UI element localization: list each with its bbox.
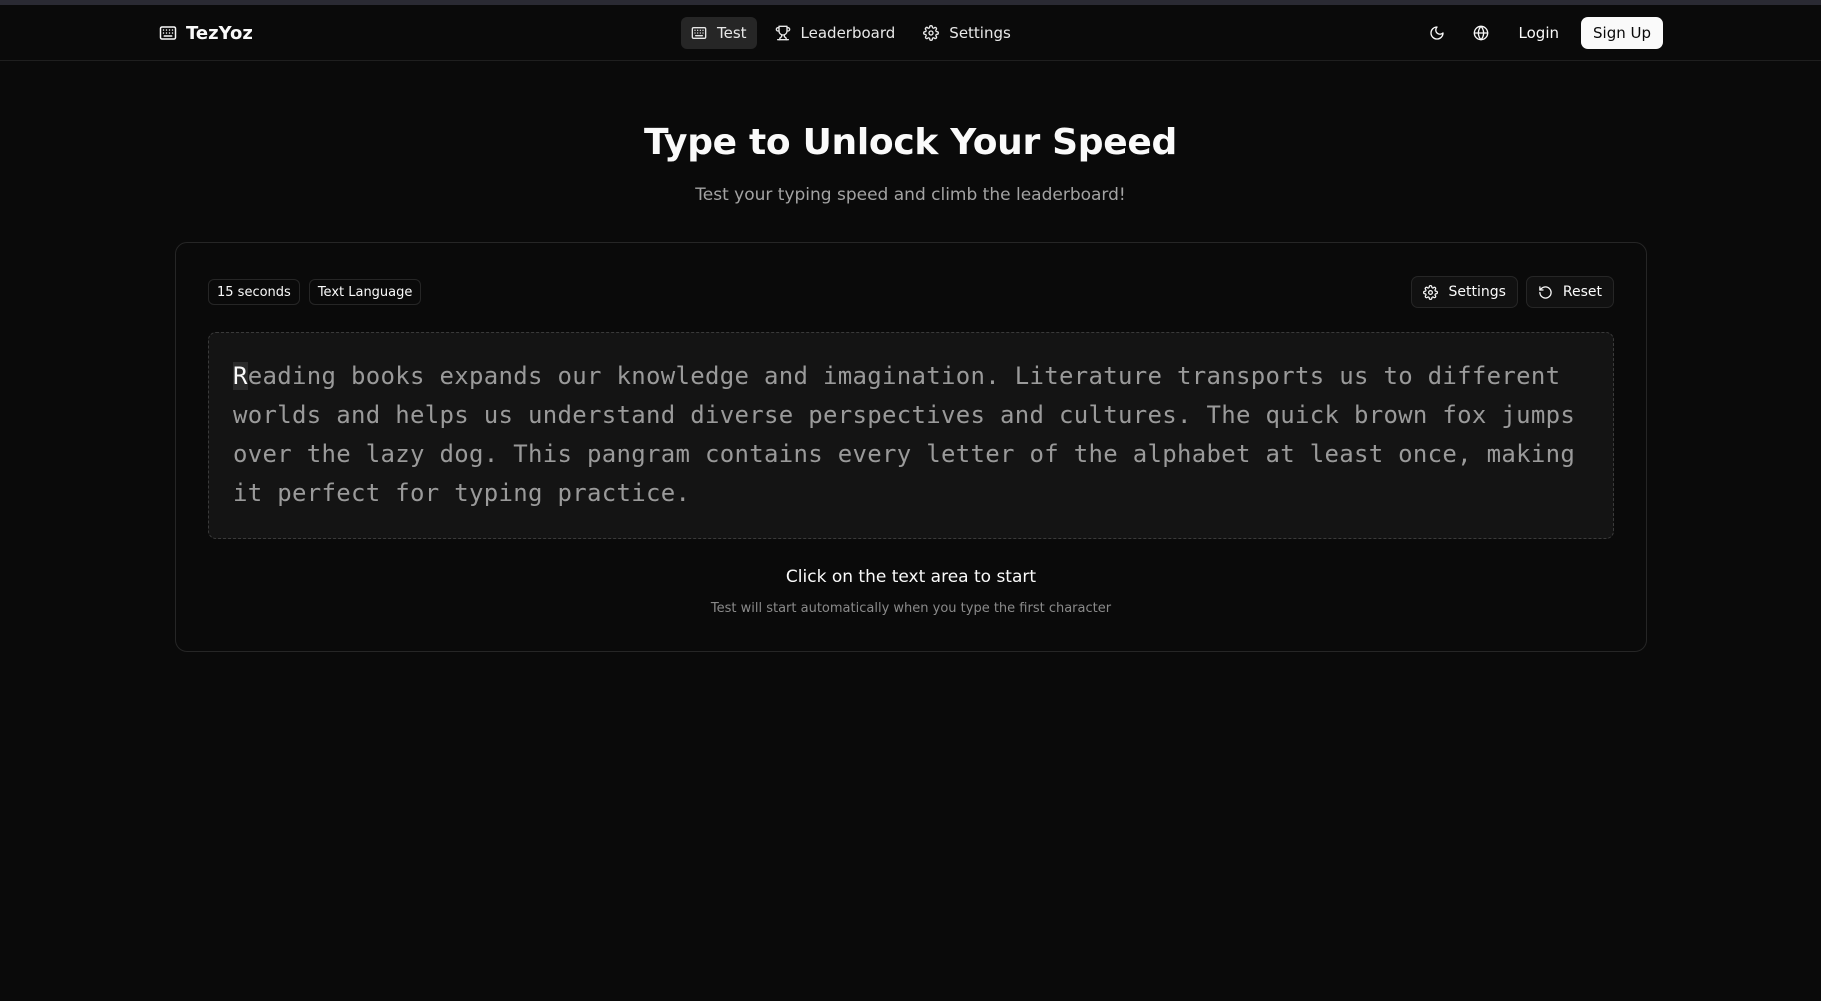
brand-logo[interactable]: TezYoz <box>159 19 253 47</box>
nav-item-label: Leaderboard <box>800 24 896 42</box>
keyboard-icon <box>691 25 707 41</box>
typing-test-card: 15 seconds Text Language Settings Reset … <box>175 242 1647 652</box>
moon-icon <box>1429 25 1445 41</box>
typing-passage: Reading books expands our knowledge and … <box>233 357 1589 513</box>
theme-toggle-button[interactable] <box>1421 17 1453 49</box>
trophy-icon <box>775 25 791 41</box>
nav-item-settings[interactable]: Settings <box>913 17 1021 49</box>
page-title: Type to Unlock Your Speed <box>644 122 1177 163</box>
reset-button[interactable]: Reset <box>1525 276 1614 308</box>
nav-item-label: Settings <box>949 24 1011 42</box>
globe-icon <box>1473 25 1489 41</box>
top-navbar: TezYoz Test Leaderboard Settings Login S… <box>0 5 1821 61</box>
duration-badge[interactable]: 15 seconds <box>208 279 300 305</box>
test-options: 15 seconds Text Language <box>208 279 422 305</box>
brand-name: TezYoz <box>186 22 253 44</box>
current-character: R <box>233 362 248 390</box>
language-button[interactable] <box>1465 17 1497 49</box>
reset-icon <box>1538 285 1553 300</box>
gear-icon <box>923 25 940 41</box>
signup-button[interactable]: Sign Up <box>1581 17 1663 49</box>
card-actions: Settings Reset <box>1411 276 1614 308</box>
reset-button-label: Reset <box>1562 284 1602 300</box>
nav-item-leaderboard[interactable]: Leaderboard <box>765 17 906 49</box>
nav-item-test[interactable]: Test <box>681 17 757 49</box>
header-actions: Login Sign Up <box>1421 17 1663 49</box>
keyboard-icon <box>159 24 177 42</box>
nav-item-label: Test <box>717 24 747 42</box>
gear-icon <box>1423 284 1439 300</box>
test-settings-button[interactable]: Settings <box>1411 276 1518 308</box>
typing-text-area[interactable]: Reading books expands our knowledge and … <box>208 332 1614 539</box>
settings-button-label: Settings <box>1448 284 1506 300</box>
text-language-badge[interactable]: Text Language <box>308 279 422 305</box>
start-hint: Click on the text area to start <box>785 567 1037 587</box>
main-nav: Test Leaderboard Settings <box>681 17 1021 49</box>
page-subtitle: Test your typing speed and climb the lea… <box>695 185 1126 205</box>
remaining-text: eading books expands our knowledge and i… <box>233 362 1576 507</box>
start-hint-detail: Test will start automatically when you t… <box>710 601 1112 616</box>
login-button[interactable]: Login <box>1509 24 1569 42</box>
